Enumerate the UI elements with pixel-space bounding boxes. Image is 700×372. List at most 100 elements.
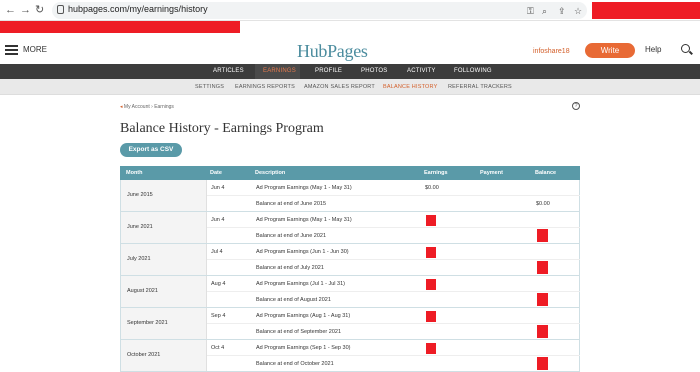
balance-description-cell: Balance at end of June 2015 [256, 201, 327, 207]
month-label: June 2021 [127, 224, 153, 230]
redacted-earnings [426, 247, 436, 258]
table-header: Month Date Description Earnings Payment … [120, 166, 580, 180]
balance-description-cell: Balance at end of September 2021 [256, 329, 342, 335]
redacted-bookmarks [0, 21, 240, 33]
nav-articles[interactable]: ARTICLES [213, 68, 244, 74]
nav-following[interactable]: FOLLOWING [454, 68, 492, 74]
table-row-group: June 2021 Jun 4 Ad Program Earnings (May 1… [120, 212, 580, 244]
balance-description-cell: Balance at end of June 2021 [256, 233, 327, 239]
balance-description-cell: Balance at end of July 2021 [256, 265, 324, 271]
table-row: Oct 4 Ad Program Earnings (Sep 1 - Sep 30… [207, 340, 580, 356]
breadcrumb: ◂ My Account › Earnings [120, 104, 174, 110]
table-row: Jun 4 Ad Program Earnings (May 1 - May 31… [207, 212, 580, 228]
table-row: Balance at end of August 2021 [207, 292, 580, 308]
redacted-balance [537, 229, 548, 242]
table-row: Sep 4 Ad Program Earnings (Aug 1 - Aug 31… [207, 308, 580, 324]
help-link[interactable]: Help [645, 45, 661, 54]
menu-icon[interactable] [5, 45, 18, 55]
redacted-earnings [426, 279, 436, 290]
hubpages-logo[interactable]: HubPages [297, 41, 368, 62]
date-cell: Aug 4 [211, 281, 226, 287]
key-icon[interactable]: ⚿ [527, 6, 534, 17]
description-cell: Ad Program Earnings (May 1 - May 31) [256, 185, 352, 191]
address-bar[interactable]: hubpages.com/my/earnings/history ⚿ ⌕ ⇪ ☆ [52, 2, 587, 19]
table-row: Jun 4 Ad Program Earnings (May 1 - May 31… [207, 180, 580, 196]
sub-nav: SETTINGS EARNINGS REPORTS AMAZON SALES R… [0, 79, 700, 95]
browser-toolbar: ← → ↻ hubpages.com/my/earnings/history ⚿… [0, 0, 700, 21]
table-row-group: July 2021 Jul 4 Ad Program Earnings (Jun 1… [120, 244, 580, 276]
subnav-balance-history[interactable]: BALANCE HISTORY [383, 84, 437, 90]
month-label: August 2021 [127, 288, 158, 294]
write-button[interactable]: Write [585, 43, 635, 58]
redacted-balance [537, 357, 548, 370]
month-label: June 2015 [127, 192, 153, 198]
star-icon[interactable]: ☆ [574, 6, 582, 17]
export-csv-button[interactable]: Export as CSV [120, 143, 182, 157]
date-cell: Oct 4 [211, 345, 225, 351]
col-earnings: Earnings [424, 170, 448, 176]
table-body: June 2015 Jun 4 Ad Program Earnings (May 1… [120, 180, 580, 372]
earnings-cell: $0.00 [425, 185, 439, 191]
share-icon[interactable]: ⇪ [558, 6, 566, 17]
month-cell: September 2021 [121, 308, 207, 339]
col-date: Date [210, 170, 222, 176]
lock-icon [57, 5, 64, 14]
month-cell: June 2021 [121, 212, 207, 243]
nav-profile[interactable]: PROFILE [315, 68, 342, 74]
redacted-balance [537, 293, 548, 306]
forward-icon[interactable]: → [20, 3, 31, 17]
table-row: Balance at end of September 2021 [207, 324, 580, 340]
table-row: Balance at end of June 2015 $0.00 [207, 196, 580, 212]
search-icon[interactable] [681, 44, 690, 53]
balance-cell: $0.00 [536, 201, 550, 207]
subnav-earnings-reports[interactable]: EARNINGS REPORTS [235, 84, 295, 90]
nav-activity[interactable]: ACTIVITY [407, 68, 436, 74]
redacted-earnings [426, 311, 436, 322]
balance-description-cell: Balance at end of October 2021 [256, 361, 334, 367]
redacted-balance [537, 325, 548, 338]
table-row: Balance at end of June 2021 [207, 228, 580, 244]
table-row: Aug 4 Ad Program Earnings (Jul 1 - Jul 31… [207, 276, 580, 292]
description-cell: Ad Program Earnings (Sep 1 - Sep 30) [256, 345, 351, 351]
nav-photos[interactable]: PHOTOS [361, 68, 387, 74]
col-balance: Balance [535, 170, 557, 176]
help-icon[interactable]: ? [572, 102, 580, 110]
username-link[interactable]: infoshare18 [533, 48, 570, 55]
site-header: MORE HubPages infoshare18 Write Help [0, 38, 700, 64]
subnav-amazon-sales[interactable]: AMAZON SALES REPORT [304, 84, 375, 90]
month-cell: October 2021 [121, 340, 207, 371]
zoom-icon[interactable]: ⌕ [542, 6, 547, 17]
redacted-earnings [426, 343, 436, 354]
redacted-profile [592, 2, 700, 19]
table-row: Balance at end of October 2021 [207, 356, 580, 372]
back-icon[interactable]: ← [5, 3, 16, 17]
date-cell: Jun 4 [211, 185, 225, 191]
nav-earnings[interactable]: EARNINGS [263, 68, 296, 74]
description-cell: Ad Program Earnings (Jul 1 - Jul 31) [256, 281, 345, 287]
redacted-balance [537, 261, 548, 274]
subnav-settings[interactable]: SETTINGS [195, 84, 224, 90]
main-nav: ARTICLES EARNINGS PROFILE PHOTOS ACTIVIT… [0, 64, 700, 79]
more-menu-label[interactable]: MORE [23, 45, 47, 54]
col-payment: Payment [480, 170, 503, 176]
table-row-group: September 2021 Sep 4 Ad Program Earnings (… [120, 308, 580, 340]
month-cell: August 2021 [121, 276, 207, 307]
redacted-earnings [426, 215, 436, 226]
date-cell: Sep 4 [211, 313, 226, 319]
table-row-group: October 2021 Oct 4 Ad Program Earnings (Se… [120, 340, 580, 372]
url-text: hubpages.com/my/earnings/history [68, 4, 208, 14]
table-row-group: June 2015 Jun 4 Ad Program Earnings (May 1… [120, 180, 580, 212]
description-cell: Ad Program Earnings (Aug 1 - Aug 31) [256, 313, 351, 319]
breadcrumb-text[interactable]: My Account › Earnings [124, 104, 174, 110]
table-row-group: August 2021 Aug 4 Ad Program Earnings (Jul… [120, 276, 580, 308]
col-description: Description [255, 170, 286, 176]
month-label: October 2021 [127, 352, 161, 358]
month-cell: July 2021 [121, 244, 207, 275]
page-title: Balance History - Earnings Program [120, 121, 324, 136]
reload-icon[interactable]: ↻ [35, 3, 44, 17]
subnav-referral-trackers[interactable]: REFERRAL TRACKERS [448, 84, 512, 90]
description-cell: Ad Program Earnings (Jun 1 - Jun 30) [256, 249, 349, 255]
balance-history-table: Month Date Description Earnings Payment … [120, 166, 580, 372]
table-row: Balance at end of July 2021 [207, 260, 580, 276]
date-cell: Jul 4 [211, 249, 223, 255]
